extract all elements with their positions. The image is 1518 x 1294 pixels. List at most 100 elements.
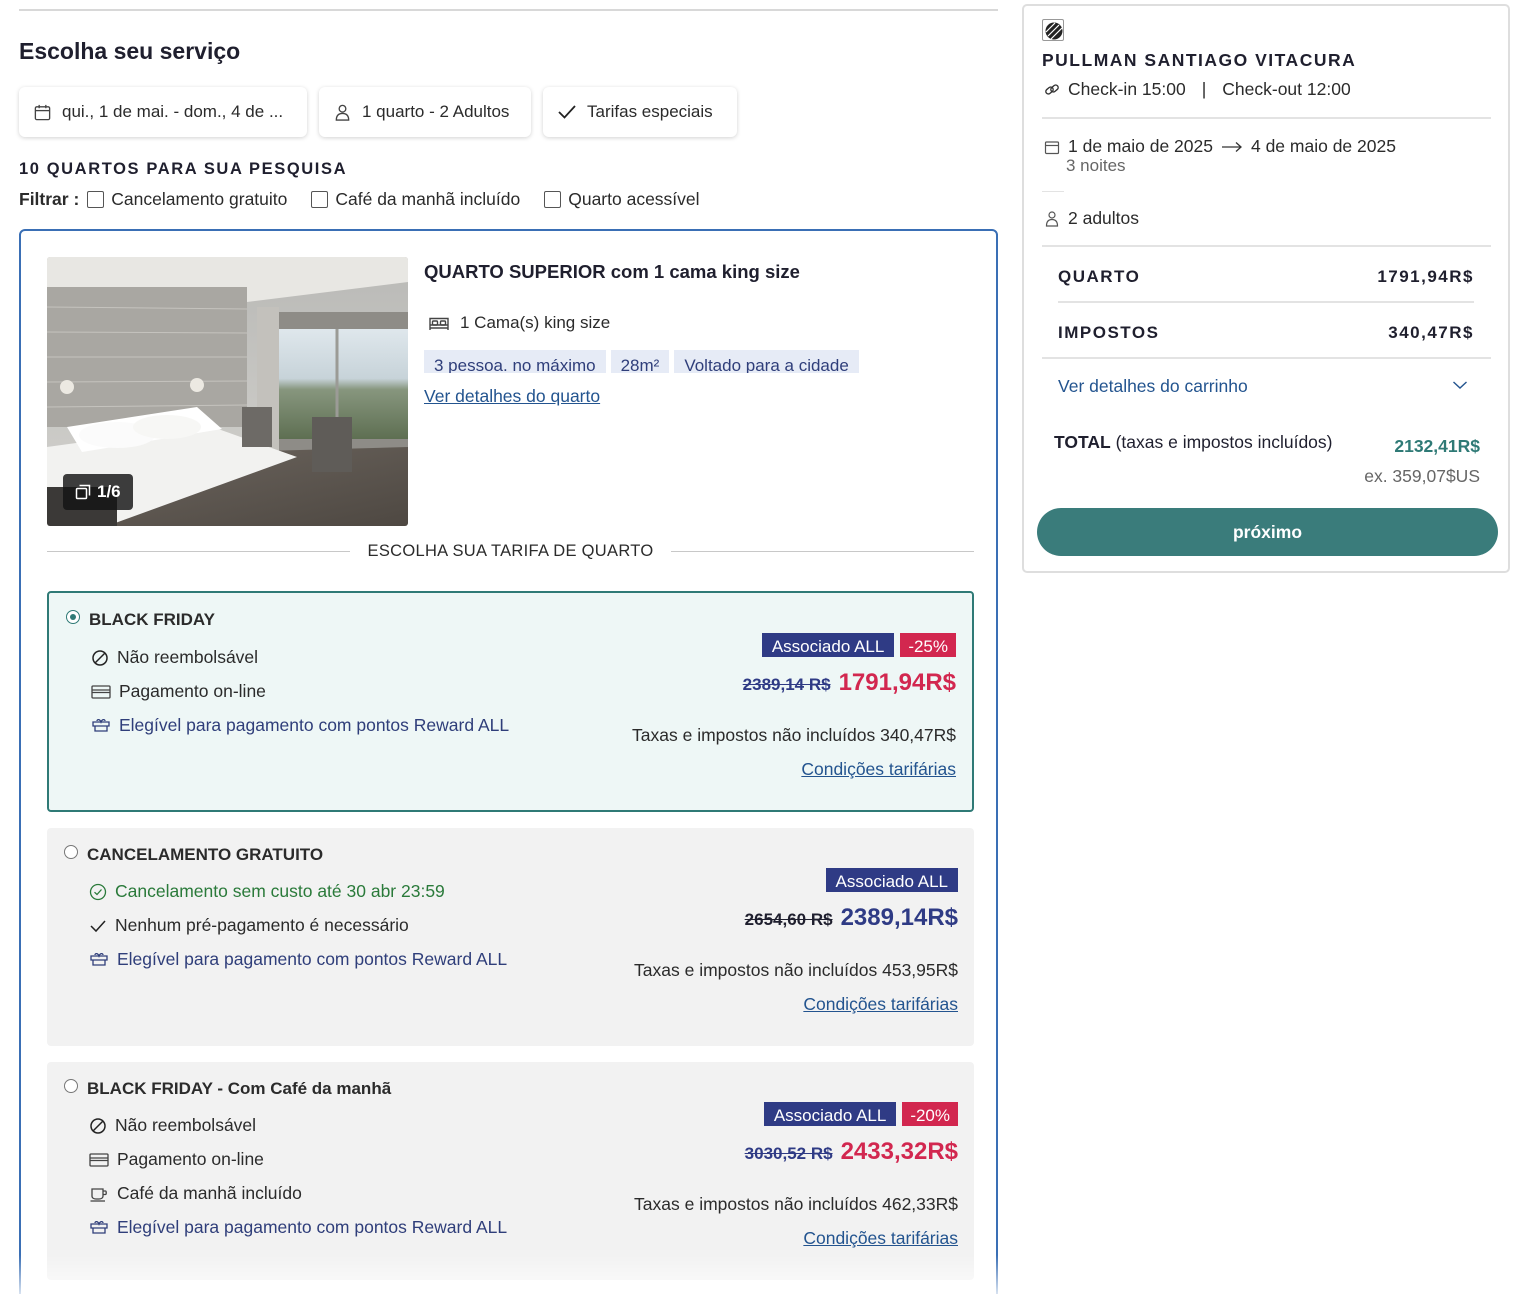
taxes-note: Taxas e impostos não incluídos 462,33R$: [634, 1194, 958, 1214]
rate-name: CANCELAMENTO GRATUITO: [87, 845, 324, 864]
nights-count: 3 noites: [1066, 156, 1126, 175]
no-entry-icon: [92, 649, 108, 666]
photo-counter[interactable]: 1/6: [63, 474, 133, 510]
room-details-link[interactable]: Ver detalhes do quarto: [424, 386, 600, 407]
room-photo[interactable]: 1/6: [47, 257, 408, 526]
feature-non-refundable: Não reembolsável: [91, 647, 258, 668]
rate-conditions-link[interactable]: Condições tarifárias: [803, 994, 958, 1015]
feature-label: Cancelamento sem custo até 30 abr 23:59: [115, 881, 445, 901]
price-row: 3030,52 R$ 2433,32R$: [745, 1138, 958, 1166]
feature-free-cancellation: Cancelamento sem custo até 30 abr 23:59: [89, 881, 445, 902]
hotel-logo-mark: [1045, 22, 1063, 40]
filter-option-label: Cancelamento gratuito: [111, 189, 288, 209]
special-rates-toggle[interactable]: Tarifas especiais: [543, 87, 737, 137]
member-badge: Associado ALL: [761, 633, 895, 657]
feature-online-payment: Pagamento on-line: [89, 1149, 264, 1170]
total-usd-amount: ex. 359,07$US: [1364, 466, 1480, 486]
date-to: 4 de maio de 2025: [1250, 136, 1396, 156]
filter-accessible-room[interactable]: Quarto acessível: [544, 189, 700, 210]
arrow-right-icon: [1221, 141, 1242, 152]
summary-divider: [1042, 117, 1491, 119]
rate-conditions-link[interactable]: Condições tarifárias: [803, 1228, 958, 1249]
rate-option-black-friday[interactable]: BLACK FRIDAY Não reembolsável Pagamento …: [47, 591, 974, 812]
special-rates-label: Tarifas especiais: [587, 102, 713, 121]
cart-details-link[interactable]: Ver detalhes do carrinho: [1058, 376, 1248, 397]
room-title: QUARTO SUPERIOR com 1 cama king size: [424, 261, 800, 282]
divider-line: [671, 551, 974, 552]
line-item-label: IMPOSTOS: [1058, 323, 1160, 342]
feature-non-refundable: Não reembolsável: [89, 1115, 256, 1136]
date-from: 1 de maio de 2025: [1068, 136, 1213, 156]
total-title: TOTAL: [1054, 432, 1111, 452]
filter-option-label: Café da manhã incluído: [335, 189, 521, 209]
room-tag-capacity: 3 pessoa. no máximo: [424, 350, 606, 373]
feature-label: Não reembolsável: [115, 1115, 257, 1135]
guests-selector[interactable]: 1 quarto - 2 Adultos: [319, 87, 531, 137]
checkbox[interactable]: [311, 191, 329, 208]
link-icon: [1045, 83, 1059, 95]
discount-badge: -20%: [902, 1102, 958, 1126]
rate-option-black-friday-breakfast[interactable]: BLACK FRIDAY - Com Café da manhã Não ree…: [47, 1062, 974, 1280]
checkin-checkout: Check-in 15:00 | Check-out 12:00: [1044, 79, 1351, 100]
guest-count: 2 adultos: [1044, 208, 1139, 229]
feature-breakfast: Café da manhã incluído: [89, 1183, 302, 1204]
booking-summary: PULLMAN SANTIAGO VITACURA Check-in 15:00…: [1022, 4, 1510, 573]
no-entry-icon: [90, 1117, 106, 1134]
feature-label: Pagamento on-line: [119, 681, 266, 701]
original-price: 2389,14 R$: [742, 675, 831, 694]
current-price: 2389,14R$: [840, 904, 958, 931]
summary-divider: [1058, 301, 1474, 303]
original-price: 3030,52 R$: [744, 1144, 833, 1163]
feature-no-prepayment: Nenhum pré-pagamento é necessário: [89, 915, 409, 936]
top-divider: [19, 9, 998, 11]
price-row: 2389,14 R$ 1791,94R$: [743, 669, 956, 697]
filter-free-cancellation[interactable]: Cancelamento gratuito: [87, 189, 287, 210]
bed-info: 1 Cama(s) king size: [428, 313, 610, 333]
current-price: 1791,94R$: [838, 669, 956, 696]
stay-dates: 1 de maio de 2025 4 de maio de 2025: [1044, 136, 1396, 157]
total-label: TOTAL (taxas e impostos incluídos): [1054, 432, 1333, 453]
checkin-separator: |: [1201, 79, 1207, 99]
rate-name: BLACK FRIDAY - Com Café da manhã: [87, 1079, 392, 1098]
guests-selector-label: 1 quarto - 2 Adultos: [362, 102, 510, 121]
checkbox[interactable]: [87, 191, 105, 208]
original-price: 2654,60 R$: [744, 910, 833, 929]
filter-breakfast-included[interactable]: Café da manhã incluído: [311, 189, 520, 210]
date-selector[interactable]: qui., 1 de mai. - dom., 4 de ...: [19, 87, 307, 137]
room-tag-size: 28m²: [610, 350, 670, 373]
rate-name: BLACK FRIDAY: [89, 610, 215, 629]
filter-label: Filtrar :: [19, 189, 80, 209]
line-item-amount: 1791,94R$: [1377, 267, 1474, 286]
rate-radio[interactable]: [64, 845, 78, 859]
gallery-icon: [75, 484, 91, 500]
feature-label: Nenhum pré-pagamento é necessário: [115, 915, 409, 935]
room-tag-view: Voltado para a cidade: [674, 350, 859, 373]
summary-divider: [1042, 357, 1491, 359]
hotel-logo: [1042, 19, 1064, 41]
room-card: 1/6 QUARTO SUPERIOR com 1 cama king size…: [19, 229, 998, 1294]
divider-line: [47, 551, 350, 552]
feature-online-payment: Pagamento on-line: [91, 681, 266, 702]
check-icon: [558, 105, 576, 119]
feature-label: Pagamento on-line: [117, 1149, 264, 1169]
line-item-taxes: IMPOSTOS 340,47R$: [1058, 323, 1474, 343]
rate-option-free-cancellation[interactable]: CANCELAMENTO GRATUITO Cancelamento sem c…: [47, 828, 974, 1046]
checkin-time: Check-in 15:00: [1068, 79, 1186, 99]
reward-points-icon: [90, 1220, 108, 1234]
feature-label: Elegível para pagamento com pontos Rewar…: [119, 715, 510, 735]
next-button[interactable]: próximo: [1037, 508, 1498, 556]
member-badge: Associado ALL: [763, 1102, 897, 1126]
rate-radio[interactable]: [64, 1079, 78, 1093]
checkbox[interactable]: [544, 191, 562, 208]
chevron-down-icon[interactable]: [1452, 380, 1468, 390]
feature-label: Café da manhã incluído: [117, 1183, 302, 1203]
rate-section-divider: ESCOLHA SUA TARIFA DE QUARTO: [47, 542, 974, 561]
discount-badge: -25%: [900, 633, 956, 657]
total-note: (taxas e impostos incluídos): [1115, 432, 1333, 452]
checkout-time: Check-out 12:00: [1222, 79, 1351, 99]
rate-conditions-link[interactable]: Condições tarifárias: [801, 759, 956, 780]
room-tags: 3 pessoa. no máximo 28m² Voltado para a …: [424, 350, 859, 373]
credit-card-icon: [89, 1152, 109, 1167]
credit-card-icon: [91, 684, 111, 699]
rate-radio-selected[interactable]: [66, 610, 80, 624]
